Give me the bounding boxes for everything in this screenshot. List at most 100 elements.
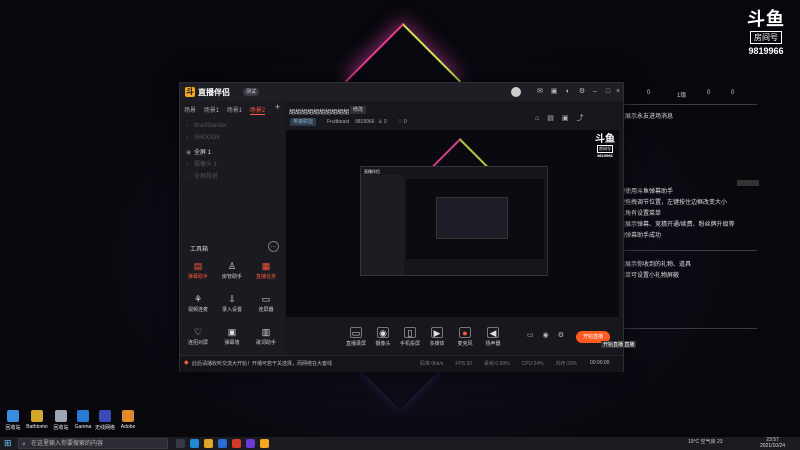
scene-tabs: 场景 场景1 场景1 场景2: [184, 105, 271, 115]
fps-stat: FPS:30: [455, 361, 473, 367]
streamer-name: Fruitbeast: [327, 119, 350, 125]
category-badge[interactable]: 英雄联盟: [290, 118, 317, 126]
app-icon[interactable]: [218, 439, 227, 448]
title-bar[interactable]: 斗 直播伴侣 测试 ✉ ▣ ◐ ⚙ – □ ×: [180, 83, 623, 101]
tab-scene[interactable]: 场景1: [227, 108, 242, 114]
app-icon[interactable]: [232, 439, 241, 448]
eye-icon[interactable]: ◉: [186, 149, 194, 156]
fans-count: ♡ 0: [398, 119, 407, 125]
source-item[interactable]: ◦ BrailStander: [186, 123, 227, 129]
tool-barrage-wall[interactable]: ▣ 弹幕墙: [217, 327, 247, 346]
speaker-icon: ◀: [487, 327, 499, 338]
overlay-help-line: 左键拖拽调节位置，左键按住边框改变大小: [613, 200, 728, 206]
close-icon[interactable]: ×: [614, 88, 622, 96]
desktop-icon[interactable]: 回收站: [50, 410, 72, 431]
record-toggle-icon[interactable]: ▭: [527, 332, 534, 339]
clock[interactable]: 23:57 2021/10/24: [760, 437, 785, 449]
tool-combo[interactable]: ♡ 连招对屏: [183, 327, 213, 346]
live-controls: ▭ ◉ ⚙: [527, 331, 573, 339]
chart-icon[interactable]: ▤: [547, 115, 554, 122]
tool-admin-assistant[interactable]: ♙ 房管助手: [217, 261, 247, 280]
eye-off-icon[interactable]: ◦: [186, 135, 194, 141]
live-assistant-taskbar-icon[interactable]: [260, 439, 269, 448]
eye-icon[interactable]: ◉: [543, 332, 549, 339]
tab-scene-active[interactable]: 场景2: [249, 108, 266, 115]
app-icon: [77, 410, 89, 422]
share-icon[interactable]: ⤴: [576, 115, 583, 122]
task-view-icon[interactable]: [176, 439, 185, 448]
header-icons: ⌂ ▤ ▣ ⤴: [535, 113, 591, 123]
nested-window-capture: 直播伴侣: [360, 166, 548, 276]
tool-video-link[interactable]: ⚘ 视频连麦: [183, 294, 213, 313]
desktop-icon-label: 回收站: [53, 425, 69, 431]
status-stats: 码率:0kb/s FPS:30 丢帧:0.00% CPU:24% 内存:20%: [420, 360, 589, 367]
tool-live-task[interactable]: ▦ 直播任务: [251, 261, 281, 280]
desktop-icon[interactable]: 回收站: [2, 410, 24, 431]
memory-stat: 内存:20%: [555, 361, 577, 367]
toolbox-more-button[interactable]: …: [268, 241, 279, 252]
tool-record-settings[interactable]: ⇩ 录入设置: [217, 294, 247, 313]
skin-icon[interactable]: ◐: [564, 88, 572, 96]
modify-title-button[interactable]: 修改: [350, 106, 367, 114]
lock-icon[interactable]: ⌂: [535, 115, 539, 122]
message-icon[interactable]: ✉: [536, 88, 544, 96]
source-item[interactable]: ◦ 摄像头 1: [186, 159, 217, 168]
settings-icon[interactable]: ⚙: [578, 88, 586, 96]
overlay-scrollbar[interactable]: [737, 180, 759, 186]
eye-off-icon[interactable]: ◦: [186, 174, 194, 180]
gift-icon[interactable]: ▣: [562, 115, 569, 122]
avatar[interactable]: [511, 87, 521, 97]
admin-icon: ♙: [227, 261, 237, 271]
overlay-stat: 1级: [677, 93, 687, 99]
eye-off-icon[interactable]: ◦: [186, 123, 194, 129]
bitrate-stat: 码率:0kb/s: [420, 361, 444, 367]
desktop-icon[interactable]: Adobe: [117, 410, 139, 430]
toolbox-title: 工具箱: [190, 247, 209, 253]
source-item[interactable]: ◉ 全屏 1: [186, 147, 211, 156]
app-name: 直播伴侣: [198, 88, 230, 97]
clock-date: 2021/10/24: [760, 443, 786, 449]
file-explorer-icon[interactable]: [204, 439, 213, 448]
source-item[interactable]: ◦ 全屏投射: [186, 171, 218, 180]
overlay-divider: [607, 250, 757, 251]
overlay-help-line: 这里展示弹幕、竞猜开通/续费、粉丝牌升级等: [613, 222, 735, 228]
live-preview[interactable]: 直播伴侣 斗鱼 房间号 9819966: [286, 130, 619, 317]
desktop-icon-label: Bathtomo: [26, 424, 48, 430]
tool-barrage-assistant[interactable]: ▤ 弹幕助手: [183, 261, 213, 280]
version-badge: 测试: [243, 88, 260, 96]
desktop-icon[interactable]: 无线网络: [94, 410, 116, 431]
status-bar: ◆ 此后请播收听交流大开始！开播可若干关选择，而网络在大客线 码率:0kb/s F…: [180, 355, 623, 372]
desktop-icon[interactable]: Garena: [72, 410, 94, 430]
settings-icon[interactable]: ⚙: [558, 332, 564, 339]
overlay-divider: [607, 104, 757, 105]
windows-start-icon[interactable]: ⊞: [4, 439, 13, 448]
add-scene-button[interactable]: +: [275, 102, 280, 112]
douyu-room-logo: 斗鱼 房间号 9819966: [740, 10, 792, 57]
tool-lyrics[interactable]: ▥ 歌词助手: [251, 327, 281, 346]
tool-screen[interactable]: ▭ 连屏器: [251, 294, 281, 313]
speaker-button[interactable]: ◀ 扬声器: [476, 327, 510, 347]
desktop-icon-label: 回收站: [5, 425, 21, 431]
eye-off-icon[interactable]: ◦: [186, 162, 194, 168]
edge-icon[interactable]: [190, 439, 199, 448]
gift-icon[interactable]: ▣: [550, 88, 558, 96]
status-message[interactable]: 此后请播收听交流大开始！开播可若干关选择，而网络在大客线: [192, 360, 332, 367]
cpu-stat: CPU:24%: [521, 361, 544, 367]
tab-scene[interactable]: 场景1: [204, 108, 219, 114]
system-tray[interactable]: 19°C 空气良 23: [688, 438, 723, 445]
search-input[interactable]: ⌕ 在这里输入你要搜索的内容: [18, 438, 168, 449]
app-icon[interactable]: [246, 439, 255, 448]
search-icon: ⌕: [22, 441, 26, 448]
phone-cast-icon: ▯: [404, 327, 416, 338]
app-icon: [99, 410, 111, 422]
minimize-icon[interactable]: –: [591, 88, 599, 96]
combo-icon: ♡: [193, 327, 203, 337]
desktop-icon[interactable]: Bathtomo: [26, 410, 48, 430]
notice-icon: ◆: [184, 360, 189, 366]
tab-scene[interactable]: 场景: [184, 108, 196, 114]
media-icon: ▶: [431, 327, 443, 338]
record-icon: ▭: [350, 327, 362, 338]
source-item[interactable]: ◦ SHOOOK: [186, 135, 220, 141]
maximize-icon[interactable]: □: [604, 88, 612, 96]
live-assistant-window: 斗 直播伴侣 测试 ✉ ▣ ◐ ⚙ – □ × 场景 场景1 场景1 场景2 +…: [179, 82, 637, 372]
